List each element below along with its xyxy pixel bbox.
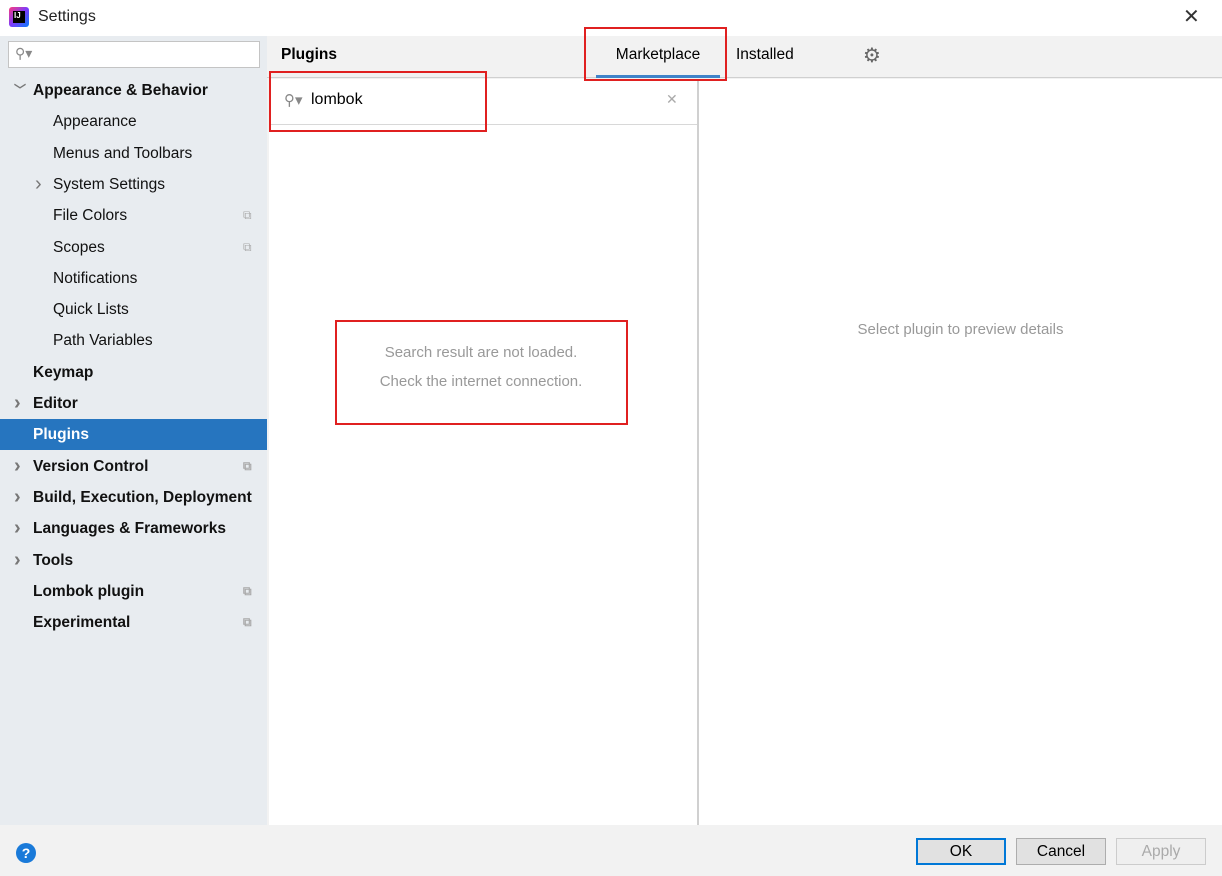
sidebar-item-label: Appearance & Behavior [33, 82, 208, 99]
page-title: Plugins [281, 46, 337, 63]
sidebar-item-file-colors[interactable]: File Colors ⧉ [0, 200, 267, 231]
sidebar-item-keymap[interactable]: Keymap [0, 357, 267, 388]
intellij-app-icon: IJ [9, 7, 29, 27]
sidebar-item-system-settings[interactable]: › System Settings [0, 169, 267, 200]
preview-placeholder: Select plugin to preview details [857, 321, 1064, 338]
settings-sidebar: ⚲▾ ﹀ Appearance & Behavior Appearance Menus… [0, 36, 267, 825]
chevron-down-icon[interactable]: ﹀ [14, 75, 26, 106]
sidebar-item-label: Lombok plugin [33, 582, 145, 600]
sidebar-item-label: System Settings [53, 175, 165, 193]
sidebar-item-label: Quick Lists [53, 301, 129, 319]
sidebar-item-label: Plugins [33, 426, 89, 444]
sidebar-item-lombok-plugin[interactable]: Lombok plugin ⧉ [0, 576, 267, 607]
dialog-footer: ? OK Cancel Apply [0, 825, 1222, 876]
sidebar-item-label: Tools [33, 551, 74, 569]
sidebar-item-quick-lists[interactable]: Quick Lists [0, 294, 267, 325]
chevron-right-icon[interactable]: › [35, 169, 42, 200]
chevron-right-icon[interactable]: › [14, 388, 21, 419]
tab-installed[interactable]: Installed [736, 46, 794, 64]
project-level-icon: ⧉ [243, 239, 252, 254]
annotation-box [269, 71, 487, 132]
chevron-right-icon[interactable]: › [14, 482, 21, 513]
sidebar-item-label: Scopes [53, 238, 105, 256]
project-level-icon: ⧉ [243, 615, 252, 630]
sidebar-item-label: Editor [33, 395, 78, 412]
search-icon: ⚲▾ [15, 45, 33, 61]
sidebar-item-appearance-behavior[interactable]: ﹀ Appearance & Behavior [0, 75, 267, 106]
sidebar-item-appearance[interactable]: Appearance [0, 106, 267, 137]
sidebar-item-label: Notifications [53, 269, 138, 287]
settings-search-input[interactable]: ⚲▾ [8, 41, 260, 68]
sidebar-item-plugins[interactable]: Plugins [0, 419, 267, 451]
sidebar-item-label: Keymap [33, 363, 94, 381]
project-level-icon: ⧉ [243, 583, 252, 598]
project-level-icon: ⧉ [243, 208, 252, 223]
gear-icon[interactable]: ⚙ [863, 43, 881, 68]
chevron-right-icon[interactable]: › [14, 545, 21, 576]
annotation-box [335, 320, 628, 425]
sidebar-item-languages-frameworks[interactable]: › Languages & Frameworks [0, 513, 267, 544]
sidebar-item-path-variables[interactable]: Path Variables [0, 325, 267, 356]
annotation-box [584, 27, 727, 81]
sidebar-item-label: Path Variables [53, 332, 153, 350]
close-icon[interactable]: ✕ [1183, 4, 1200, 29]
project-level-icon: ⧉ [243, 458, 252, 473]
sidebar-item-version-control[interactable]: › Version Control ⧉ [0, 451, 267, 482]
plugin-list-panel: ⚲▾ lombok ✕ Search result are not loaded… [269, 79, 697, 825]
sidebar-item-build-execution-deployment[interactable]: › Build, Execution, Deployment [0, 482, 267, 513]
sidebar-item-tools[interactable]: › Tools [0, 545, 267, 576]
help-icon[interactable]: ? [16, 843, 36, 863]
chevron-right-icon[interactable]: › [14, 513, 21, 544]
sidebar-item-label: Build, Execution, Deployment [33, 488, 252, 506]
sidebar-item-experimental[interactable]: Experimental ⧉ [0, 607, 267, 638]
window-title: Settings [38, 8, 96, 25]
sidebar-item-scopes[interactable]: Scopes ⧉ [0, 232, 267, 263]
sidebar-item-label: Appearance [53, 113, 137, 131]
cancel-button[interactable]: Cancel [1016, 838, 1106, 865]
apply-button[interactable]: Apply [1116, 838, 1206, 865]
clear-search-icon[interactable]: ✕ [666, 91, 678, 108]
sidebar-item-label: Experimental [33, 614, 131, 632]
sidebar-item-label: Menus and Toolbars [53, 144, 193, 162]
sidebar-item-label: File Colors [53, 207, 128, 225]
sidebar-item-menus-and-toolbars[interactable]: Menus and Toolbars [0, 138, 267, 169]
ok-button[interactable]: OK [916, 838, 1006, 865]
chevron-right-icon[interactable]: › [14, 451, 21, 482]
sidebar-item-label: Languages & Frameworks [33, 520, 226, 538]
plugin-detail-panel: Select plugin to preview details [699, 79, 1222, 825]
sidebar-item-label: Version Control [33, 457, 149, 475]
sidebar-item-editor[interactable]: › Editor [0, 388, 267, 419]
sidebar-item-notifications[interactable]: Notifications [0, 263, 267, 294]
